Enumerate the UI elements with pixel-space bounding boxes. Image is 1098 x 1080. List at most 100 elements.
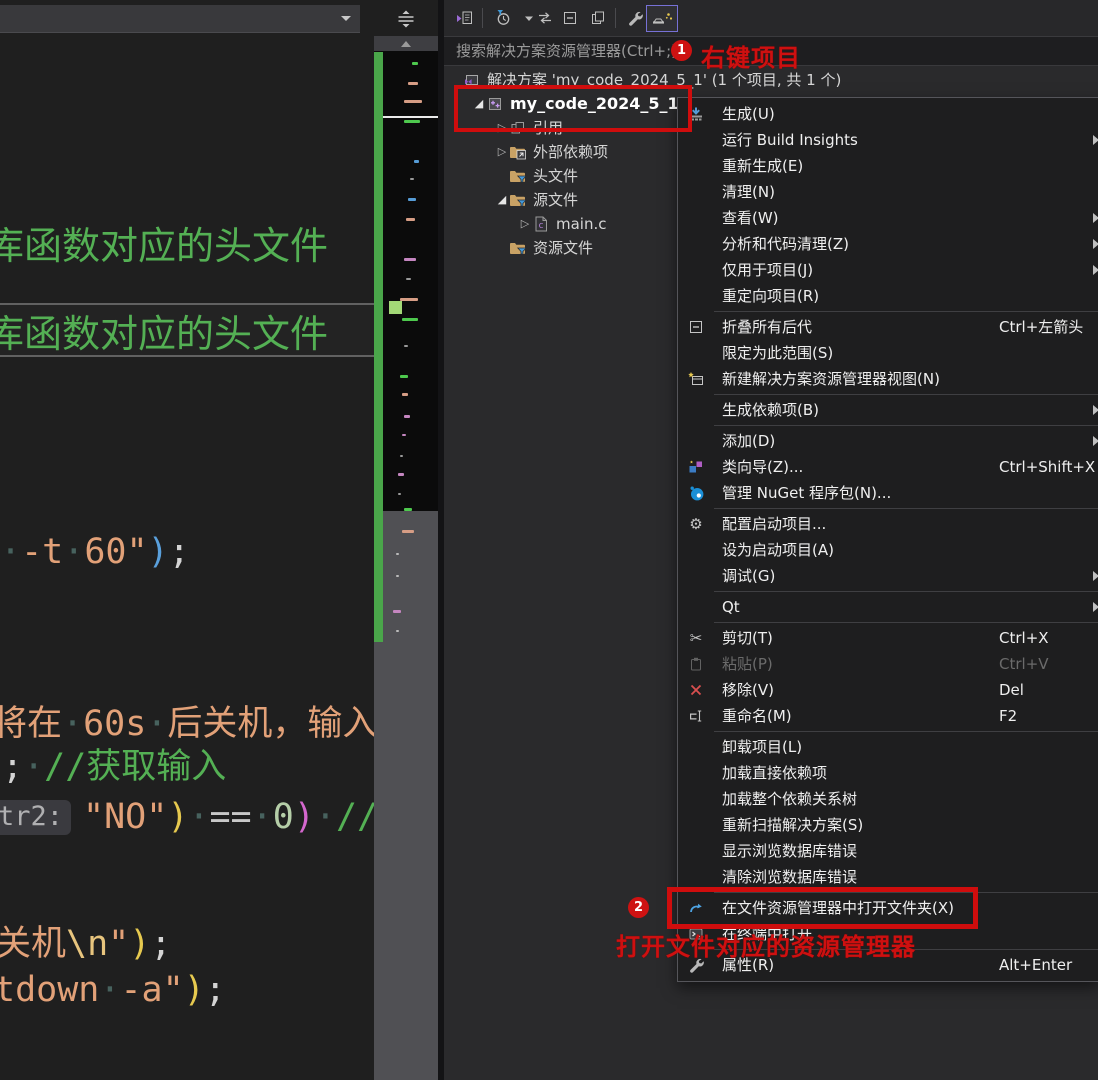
submenu-arrow-icon bbox=[1093, 571, 1098, 581]
menu-item--w-[interactable]: 查看(W) bbox=[678, 205, 1098, 231]
menu-item--m-[interactable]: 重命名(M) F2 bbox=[678, 703, 1098, 729]
menu-item-label: 限定为此范围(S) bbox=[722, 344, 834, 362]
menu-item-shortcut: F2 bbox=[999, 707, 1018, 725]
menu-item--z-[interactable]: 类向导(Z)... Ctrl+Shift+X bbox=[678, 454, 1098, 480]
code-line: 库函数对应的头文件 bbox=[0, 224, 329, 268]
menu-separator bbox=[714, 622, 1098, 623]
editor-navigation-bar bbox=[0, 0, 438, 37]
menu-item-label: 添加(D) bbox=[722, 432, 776, 450]
toolbar-divider bbox=[482, 8, 483, 28]
menu-item--s-[interactable]: 限定为此范围(S) bbox=[678, 340, 1098, 366]
menu-item--j-[interactable]: 仅用于项目(J) bbox=[678, 257, 1098, 283]
expand-arrow-icon[interactable]: ▷ bbox=[496, 140, 508, 164]
expand-arrow-icon[interactable]: ▷ bbox=[519, 212, 531, 236]
menu-item--[interactable]: 加载直接依赖项 bbox=[678, 760, 1098, 786]
class-wizard-icon bbox=[687, 458, 705, 476]
menu-item-label: 加载整个依赖关系树 bbox=[722, 790, 858, 808]
collapse-all-icon[interactable] bbox=[559, 6, 581, 30]
menu-item--[interactable]: ⚙ 配置启动项目... bbox=[678, 511, 1098, 537]
code-line: tr2:"NO")·==·0)·//比较 bbox=[0, 793, 374, 841]
menu-item--p-[interactable]: 粘贴(P) Ctrl+V bbox=[678, 651, 1098, 677]
folder-filter-icon bbox=[508, 192, 528, 208]
menu-item--nuget-n-[interactable]: 管理 NuGet 程序包(N)... bbox=[678, 480, 1098, 506]
menu-item-shortcut: Ctrl+左箭头 bbox=[999, 318, 1084, 336]
triangle-up-icon bbox=[401, 36, 411, 47]
menu-item-label: 新建解决方案资源管理器视图(N) bbox=[722, 370, 940, 388]
vs-window: 库函数对应的头文件 库函数对应的头文件 ·-t·60"); 将在·60s·后关机，输入… bbox=[0, 0, 1098, 1080]
menu-item-shortcut: Ctrl+X bbox=[999, 629, 1049, 647]
menu-item--n-[interactable]: 清理(N) bbox=[678, 179, 1098, 205]
code-line: ·-t·60"); bbox=[0, 532, 190, 572]
annotation-label-open-explorer: 打开文件对应的资源管理器 bbox=[616, 933, 916, 961]
menu-item--g-[interactable]: 调试(G) bbox=[678, 563, 1098, 589]
preview-selected-items-icon[interactable] bbox=[646, 5, 678, 32]
search-placeholder: 搜索解决方案资源管理器(Ctrl+;) bbox=[456, 42, 678, 60]
menu-item-label: 生成依赖项(B) bbox=[722, 401, 819, 419]
menu-item--r-[interactable]: 重定向项目(R) bbox=[678, 283, 1098, 309]
svg-text:c: c bbox=[538, 221, 543, 231]
menu-item--n-[interactable]: 新建解决方案资源管理器视图(N) bbox=[678, 366, 1098, 392]
menu-item-label: 清除浏览数据库错误 bbox=[722, 868, 858, 886]
menu-item--d-[interactable]: 添加(D) bbox=[678, 428, 1098, 454]
annotation-label-right-click: 右键项目 bbox=[701, 44, 801, 72]
menu-item--z-[interactable]: 分析和代码清理(Z) bbox=[678, 231, 1098, 257]
tree-item-label: 头文件 bbox=[533, 167, 579, 185]
menu-item-label: 类向导(Z)... bbox=[722, 458, 804, 476]
paste-icon bbox=[687, 655, 705, 673]
menu-item--[interactable]: 折叠所有后代 Ctrl+左箭头 bbox=[678, 314, 1098, 340]
annotation-badge-1: 1 bbox=[671, 40, 692, 61]
new-view-icon bbox=[687, 370, 705, 388]
menu-item--s-[interactable]: 重新扫描解决方案(S) bbox=[678, 812, 1098, 838]
show-all-files-icon[interactable] bbox=[587, 6, 609, 30]
code-line: 将在·60s·后关机，输入·“ bbox=[0, 704, 374, 744]
scroll-up-button[interactable] bbox=[374, 36, 438, 51]
toolbar-divider bbox=[615, 8, 616, 28]
menu-separator bbox=[714, 425, 1098, 426]
menu-item-shortcut: Ctrl+Shift+X bbox=[999, 458, 1096, 476]
menu-item--a-[interactable]: 设为启动项目(A) bbox=[678, 537, 1098, 563]
menu-item-label: 配置启动项目... bbox=[722, 515, 827, 533]
menu-item-label: 重新生成(E) bbox=[722, 157, 804, 175]
menu-item-label: 移除(V) bbox=[722, 681, 774, 699]
submenu-arrow-icon bbox=[1093, 239, 1098, 249]
menu-item-label: 仅用于项目(J) bbox=[722, 261, 814, 279]
scissors-icon: ✂ bbox=[689, 629, 703, 647]
split-editor-handle[interactable] bbox=[388, 6, 424, 32]
menu-item--l-[interactable]: 卸载项目(L) bbox=[678, 734, 1098, 760]
submenu-arrow-icon bbox=[1093, 213, 1098, 223]
menu-item-shortcut: Ctrl+V bbox=[999, 655, 1049, 673]
rename-icon bbox=[687, 707, 705, 725]
sync-selection-icon[interactable] bbox=[534, 6, 556, 30]
collapse-arrow-icon[interactable]: ◢ bbox=[496, 188, 508, 212]
menu-item--e-[interactable]: 重新生成(E) bbox=[678, 153, 1098, 179]
properties-wrench-icon[interactable] bbox=[624, 6, 646, 30]
menu-item--b-[interactable]: 生成依赖项(B) bbox=[678, 397, 1098, 423]
menu-separator bbox=[714, 311, 1098, 312]
menu-item-qt[interactable]: Qt bbox=[678, 594, 1098, 620]
history-filter-icon[interactable] bbox=[492, 6, 514, 30]
menu-item-label: 管理 NuGet 程序包(N)... bbox=[722, 484, 892, 502]
tree-item-label: 外部依赖项 bbox=[533, 143, 609, 161]
navigation-dropdown[interactable] bbox=[0, 5, 360, 33]
menu-item-label: 运行 Build Insights bbox=[722, 131, 858, 149]
scrollbar-minimap[interactable] bbox=[374, 36, 438, 1080]
menu-item--t-[interactable]: ✂ 剪切(T) Ctrl+X bbox=[678, 625, 1098, 651]
code-line: 库函数对应的头文件 bbox=[0, 312, 329, 356]
menu-item--build-insights[interactable]: 运行 Build Insights bbox=[678, 127, 1098, 153]
code-editor-pane: 库函数对应的头文件 库函数对应的头文件 ·-t·60"); 将在·60s·后关机，输入… bbox=[0, 0, 438, 1080]
menu-separator bbox=[714, 591, 1098, 592]
code-editor[interactable]: 库函数对应的头文件 库函数对应的头文件 ·-t·60"); 将在·60s·后关机，输入… bbox=[0, 36, 374, 1080]
menu-item--v-[interactable]: 移除(V) Del bbox=[678, 677, 1098, 703]
switch-views-icon[interactable] bbox=[454, 6, 476, 30]
tree-item-label: 资源文件 bbox=[533, 239, 594, 257]
menu-item-label: 剪切(T) bbox=[722, 629, 773, 647]
minimap-find-marker bbox=[389, 301, 402, 314]
menu-item-label: 生成(U) bbox=[722, 105, 775, 123]
menu-item--u-[interactable]: 生成(U) bbox=[678, 101, 1098, 127]
folder-filter-icon bbox=[508, 240, 528, 256]
project-context-menu: 生成(U) 运行 Build Insights 重新生成(E) 清理(N) 查看(W) 分… bbox=[677, 97, 1098, 982]
menu-item--[interactable]: 显示浏览数据库错误 bbox=[678, 838, 1098, 864]
menu-item-label: 重定向项目(R) bbox=[722, 287, 820, 305]
menu-item-label: 重新扫描解决方案(S) bbox=[722, 816, 864, 834]
menu-item--[interactable]: 加载整个依赖关系树 bbox=[678, 786, 1098, 812]
